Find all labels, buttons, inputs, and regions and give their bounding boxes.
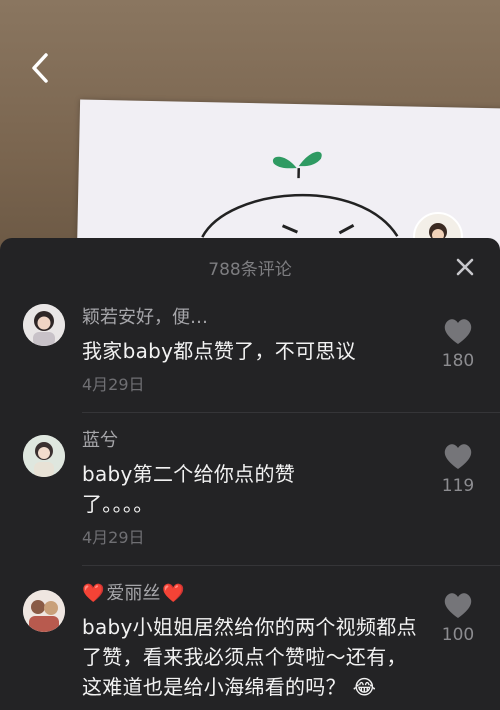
like-button[interactable]: 100 [436, 592, 480, 645]
comment-item: ❤️ 爱丽丝 ❤️ baby小姐姐居然给你的两个视频都点了赞，看来我必须点个赞啦… [0, 582, 500, 702]
like-count: 180 [441, 351, 475, 371]
comment-username[interactable]: 颖若安好，便… [82, 306, 420, 330]
avatar-image [23, 435, 65, 477]
like-button[interactable]: 180 [436, 318, 480, 371]
back-button[interactable] [22, 50, 58, 86]
comment-username[interactable]: 蓝兮 [82, 429, 420, 453]
comment-date: 4月29日 [82, 375, 145, 394]
like-count: 100 [441, 625, 475, 645]
comment-text: baby小姐姐居然给你的两个视频都点了赞，看来我必须点个赞啦～还有，这难道也是给… [82, 612, 420, 702]
laughing-emoji-icon: 😂 [352, 675, 377, 699]
username-text: 颖若安好，便… [82, 307, 208, 328]
close-button[interactable] [452, 254, 478, 280]
heart-icon [444, 319, 472, 344]
comment-item: 蓝兮 baby第二个给你点的赞了。。。。 4月29日 119 [0, 429, 500, 549]
close-icon [456, 258, 474, 276]
username-text: 蓝兮 [82, 430, 118, 451]
heart-icon [444, 444, 472, 469]
comment-text: baby第二个给你点的赞了。。。。 [82, 462, 296, 516]
like-button[interactable]: 119 [436, 443, 480, 496]
comment-divider [82, 565, 500, 566]
comment-text: 我家baby都点赞了，不可思议 [82, 339, 356, 363]
username-text: 爱丽丝 [106, 583, 161, 604]
commenter-avatar[interactable] [23, 435, 65, 477]
comments-header: 788条评论 [0, 238, 500, 296]
commenter-avatar[interactable] [23, 304, 65, 346]
comments-panel: 788条评论 颖若安好，便… 我家baby都点赞了，不可思议 4月29日 180… [0, 238, 500, 710]
comment-divider [82, 412, 500, 413]
comments-count-title: 788条评论 [208, 259, 292, 280]
comment-username[interactable]: ❤️ 爱丽丝 ❤️ [82, 582, 420, 606]
comment-item: 颖若安好，便… 我家baby都点赞了，不可思议 4月29日 180 [0, 304, 500, 396]
back-chevron-icon [32, 53, 48, 83]
comment-date: 4月29日 [82, 528, 145, 547]
avatar-image [23, 590, 65, 632]
like-count: 119 [441, 476, 475, 496]
red-heart-icon: ❤️ [82, 583, 105, 604]
avatar-image [23, 304, 65, 346]
heart-icon [444, 593, 472, 618]
red-heart-icon: ❤️ [162, 583, 185, 604]
commenter-avatar[interactable] [23, 590, 65, 632]
